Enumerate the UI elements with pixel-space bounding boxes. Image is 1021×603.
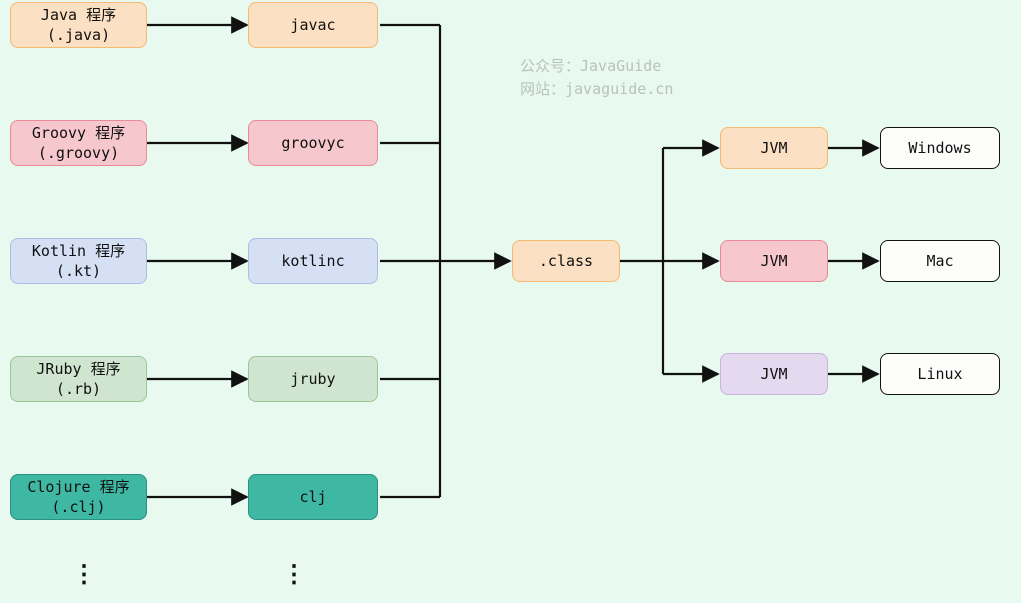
compiler-jruby: jruby — [248, 356, 378, 402]
jvm-mac: JVM — [720, 240, 828, 282]
watermark-line-2: 网站：javaguide.cn — [520, 78, 673, 101]
compiler-javac: javac — [248, 2, 378, 48]
flow-arrows — [0, 0, 1021, 603]
source-jruby: JRuby 程序 (.rb) — [10, 356, 147, 402]
source-java: Java 程序 (.java) — [10, 2, 147, 48]
class-file: .class — [512, 240, 620, 282]
compiler-clj: clj — [248, 474, 378, 520]
source-kotlin: Kotlin 程序 (.kt) — [10, 238, 147, 284]
compiler-kotlinc: kotlinc — [248, 238, 378, 284]
jvm-windows: JVM — [720, 127, 828, 169]
os-mac: Mac — [880, 240, 1000, 282]
compiler-groovyc: groovyc — [248, 120, 378, 166]
source-groovy: Groovy 程序 (.groovy) — [10, 120, 147, 166]
ellipsis-compilers: ⋮ — [282, 560, 306, 588]
jvm-linux: JVM — [720, 353, 828, 395]
ellipsis-sources: ⋮ — [72, 560, 96, 588]
os-windows: Windows — [880, 127, 1000, 169]
watermark: 公众号：JavaGuide 网站：javaguide.cn — [520, 55, 673, 100]
os-linux: Linux — [880, 353, 1000, 395]
watermark-line-1: 公众号：JavaGuide — [520, 55, 673, 78]
source-clojure: Clojure 程序 (.clj) — [10, 474, 147, 520]
